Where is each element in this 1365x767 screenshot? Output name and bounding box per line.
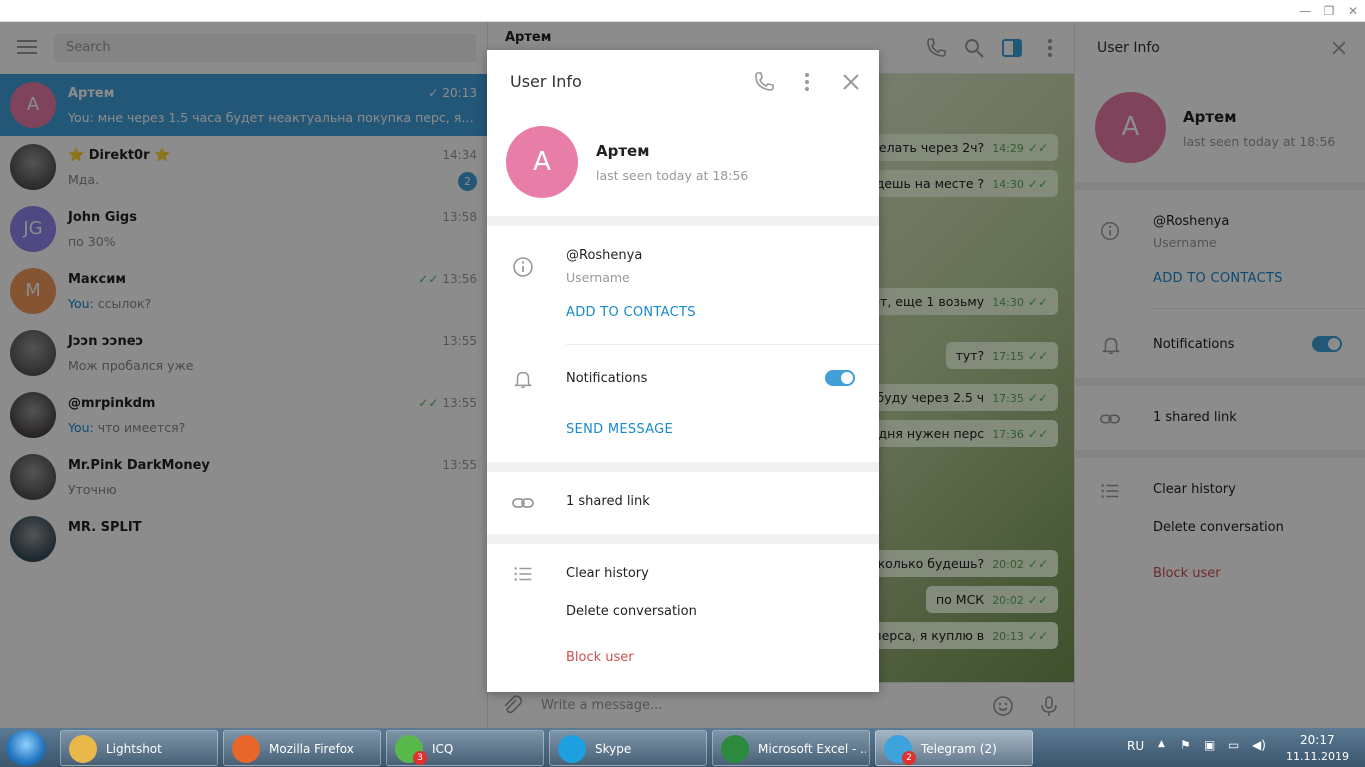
taskbar-button-label: ICQ [432,742,454,756]
volume-icon[interactable]: ◀) [1252,738,1266,752]
taskbar-button-label: Lightshot [106,742,162,756]
taskbar-button-label: Skype [595,742,632,756]
language-indicator[interactable]: RU [1127,739,1144,753]
skype-icon [558,735,586,763]
taskbar-button[interactable]: 3 ICQ [386,730,544,766]
taskbar-button-label: Microsoft Excel - ... [758,742,866,756]
flag-icon[interactable]: ⚑ [1180,738,1191,752]
add-to-contacts-button[interactable]: ADD TO CONTACTS [566,305,696,320]
shared-links-item[interactable]: 1 shared link [566,494,650,509]
taskbar-button-label: Telegram (2) [921,742,997,756]
folder-icon [69,735,97,763]
list-icon [514,567,532,581]
taskbar-badge: 2 [902,751,916,765]
username-value[interactable]: @Roshenya [566,248,642,263]
taskbar-button-label: Mozilla Firefox [269,742,354,756]
firefox-icon [232,735,260,763]
phone-icon[interactable] [752,70,776,94]
taskbar-button[interactable]: Skype [549,730,707,766]
clock-date[interactable]: 11.11.2019 [1286,750,1349,763]
taskbar-button[interactable]: 2 Telegram (2) [875,730,1033,766]
maximize-button[interactable]: ❐ [1317,2,1341,20]
show-hidden-icons-icon[interactable]: ▲ [1158,739,1165,749]
taskbar: Lightshot Mozilla Firefox 3 ICQ Skype Microso… [0,728,1365,767]
notifications-label: Notifications [566,371,648,386]
network-icon[interactable]: ▭ [1228,738,1239,752]
window-titlebar: — ❐ ✕ [0,0,1365,22]
notifications-toggle[interactable] [825,370,855,386]
taskbar-badge: 3 [413,751,427,765]
minimize-button[interactable]: — [1293,2,1317,20]
clock-time[interactable]: 20:17 [1300,733,1335,747]
user-info-dialog: User Info A Артем last seen today at 18:… [487,50,879,692]
delete-conversation-item[interactable]: Delete conversation [566,604,697,619]
start-button[interactable] [6,730,46,766]
taskbar-button[interactable]: Mozilla Firefox [223,730,381,766]
more-icon[interactable] [795,70,819,94]
clear-history-item[interactable]: Clear history [566,566,649,581]
username-label: Username [566,270,630,285]
device-icon[interactable]: ▣ [1204,738,1215,752]
link-icon [512,498,534,508]
profile-status: last seen today at 18:56 [596,168,749,183]
avatar[interactable]: A [506,126,578,198]
close-icon[interactable] [839,70,863,94]
excel-icon [721,735,749,763]
taskbar-button[interactable]: Lightshot [60,730,218,766]
send-message-button[interactable]: SEND MESSAGE [566,422,673,437]
profile-name: Артем [596,142,650,160]
info-icon [513,257,533,277]
divider [566,344,879,345]
bell-icon [513,371,533,388]
section-divider [487,534,879,544]
dialog-title: User Info [510,72,582,91]
section-divider [487,216,879,226]
section-divider [487,462,879,472]
block-user-item[interactable]: Block user [566,650,634,665]
taskbar-button[interactable]: Microsoft Excel - ... [712,730,870,766]
close-window-button[interactable]: ✕ [1341,2,1365,20]
